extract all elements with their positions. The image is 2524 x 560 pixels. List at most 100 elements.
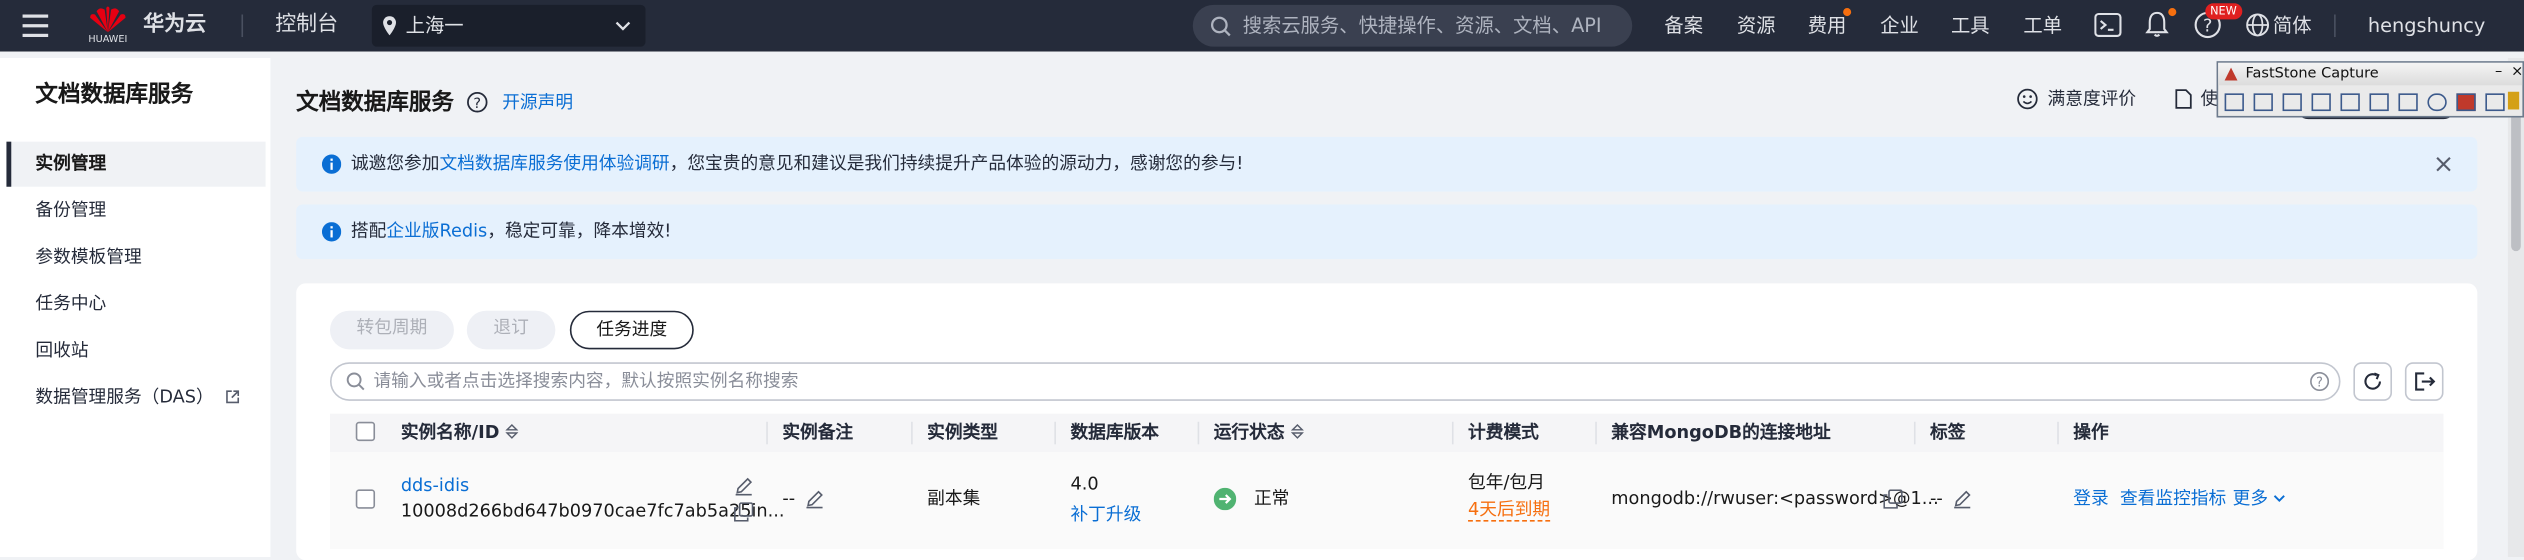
close-icon[interactable] bbox=[2435, 156, 2451, 172]
column-header-billing: 计费模式 bbox=[1468, 421, 1539, 443]
user-account[interactable]: hengshuncy bbox=[2368, 13, 2485, 39]
sidebar-item-das[interactable]: 数据管理服务（DAS） bbox=[35, 386, 240, 409]
billing-mode: 包年/包月 bbox=[1468, 471, 1545, 493]
column-header-actions: 操作 bbox=[2073, 421, 2109, 443]
convert-to-yearly-button[interactable]: 转包周期 bbox=[329, 310, 454, 350]
monitor-metrics-link[interactable]: 查看监控指标 bbox=[2120, 488, 2226, 511]
header-label: 实例名称/ID bbox=[400, 421, 500, 443]
nav-tools[interactable]: 工具 bbox=[1951, 13, 1990, 39]
task-progress-button[interactable]: 任务进度 bbox=[569, 310, 694, 350]
scrollbar-thumb[interactable] bbox=[2511, 106, 2521, 252]
menu-icon[interactable] bbox=[22, 14, 49, 38]
column-header-tags: 标签 bbox=[1930, 421, 1966, 443]
scrollbar[interactable] bbox=[2507, 57, 2524, 557]
faststone-capture-window[interactable]: FastStone Capture – × bbox=[2216, 61, 2524, 118]
help-icon[interactable]: ? bbox=[2310, 372, 2330, 392]
bell-icon[interactable] bbox=[2144, 10, 2170, 39]
copy-icon[interactable] bbox=[734, 502, 754, 522]
open-source-link[interactable]: 开源声明 bbox=[502, 92, 573, 115]
search-placeholder: 搜索云服务、快捷操作、资源、文档、API bbox=[1242, 14, 1602, 38]
capture-rectangle-icon[interactable] bbox=[2282, 93, 2302, 112]
faststone-toolbar bbox=[2224, 91, 2520, 113]
billing-dot bbox=[1843, 8, 1852, 17]
nav-enterprise[interactable]: 企业 bbox=[1880, 13, 1919, 39]
sidebar-item-label: 数据管理服务（DAS） bbox=[35, 386, 214, 408]
sidebar-item-param-templates[interactable]: 参数模板管理 bbox=[35, 246, 141, 269]
unsubscribe-button[interactable]: 退订 bbox=[466, 310, 556, 350]
more-actions-dropdown[interactable]: 更多 bbox=[2233, 488, 2286, 511]
document-icon bbox=[2175, 89, 2192, 109]
divider bbox=[2334, 14, 2336, 38]
bell-dot bbox=[2168, 8, 2177, 17]
instance-search[interactable]: 请输入或者点击选择搜索内容，默认按照实例名称搜索 ? bbox=[329, 362, 2341, 401]
nav-beian[interactable]: 备案 bbox=[1664, 13, 1703, 39]
edit-icon[interactable] bbox=[805, 489, 824, 509]
more-tools-icon[interactable] bbox=[2507, 91, 2520, 110]
settings-icon[interactable] bbox=[2485, 93, 2505, 112]
satisfaction-button[interactable]: 满意度评价 bbox=[2048, 89, 2137, 112]
column-divider bbox=[1595, 421, 1597, 445]
select-all-checkbox[interactable] bbox=[355, 421, 376, 442]
search-icon bbox=[1210, 16, 1231, 37]
column-divider bbox=[911, 421, 913, 445]
huawei-logo[interactable]: HUAWEI bbox=[87, 5, 129, 45]
output-icon[interactable] bbox=[2456, 93, 2476, 112]
nav-ticket[interactable]: 工单 bbox=[2023, 13, 2062, 39]
language-switch[interactable]: 简体 bbox=[2273, 13, 2312, 39]
nav-billing[interactable]: 费用 bbox=[1808, 13, 1847, 39]
capture-scrolling-icon[interactable] bbox=[2369, 93, 2389, 112]
sort-icon[interactable] bbox=[505, 423, 519, 439]
column-divider bbox=[2057, 421, 2059, 445]
huawei-wordmark: HUAWEI bbox=[88, 33, 128, 46]
region-label: 上海一 bbox=[405, 14, 464, 38]
sidebar-item-tasks[interactable]: 任务中心 bbox=[35, 293, 106, 316]
page-title: 文档数据库服务 bbox=[296, 90, 454, 116]
refresh-button[interactable] bbox=[2353, 362, 2393, 401]
capture-freehand-icon[interactable] bbox=[2311, 93, 2331, 112]
global-search[interactable]: 搜索云服务、快捷操作、资源、文档、API bbox=[1192, 4, 1633, 47]
column-header-address: 兼容MongoDB的连接地址 bbox=[1611, 421, 1831, 443]
survey-link[interactable]: 文档数据库服务使用体验调研 bbox=[439, 153, 669, 174]
edit-icon[interactable] bbox=[734, 477, 753, 496]
close-icon[interactable]: × bbox=[2511, 63, 2523, 84]
column-divider bbox=[1913, 421, 1916, 445]
console-link[interactable]: 控制台 bbox=[275, 13, 338, 39]
notice-text: 诚邀您参加文档数据库服务使用体验调研，您宝贵的意见和建议是我们持续提升产品体验的… bbox=[351, 153, 1243, 176]
patch-upgrade-link[interactable]: 补丁升级 bbox=[1070, 504, 1141, 527]
row-checkbox[interactable] bbox=[355, 489, 376, 509]
sort-icon[interactable] bbox=[1290, 423, 1304, 439]
nav-resources[interactable]: 资源 bbox=[1737, 13, 1776, 39]
top-bar: HUAWEI 华为云 控制台 上海一 搜索云服务、快捷操作、资源、文档、API … bbox=[0, 0, 2524, 52]
instance-table bbox=[329, 413, 2444, 549]
login-link[interactable]: 登录 bbox=[2073, 488, 2108, 511]
running-status: 正常 bbox=[1253, 487, 1290, 509]
brand-name[interactable]: 华为云 bbox=[143, 13, 206, 39]
instance-name-link[interactable]: dds-idis bbox=[401, 475, 469, 498]
capture-window-object-icon[interactable] bbox=[2253, 93, 2273, 112]
sidebar-item-instances[interactable]: 实例管理 bbox=[6, 141, 266, 187]
active-indicator bbox=[6, 141, 12, 187]
capture-fixed-region-icon[interactable] bbox=[2398, 93, 2418, 112]
help-icon[interactable]: ? bbox=[467, 92, 488, 113]
capture-fullscreen-icon[interactable] bbox=[2340, 93, 2360, 112]
redis-link[interactable]: 企业版Redis bbox=[386, 221, 487, 242]
sidebar-item-backups[interactable]: 备份管理 bbox=[35, 200, 106, 223]
console-app: HUAWEI 华为云 控制台 上海一 搜索云服务、快捷操作、资源、文档、API … bbox=[0, 0, 2524, 560]
column-header-name[interactable]: 实例名称/ID bbox=[401, 422, 519, 445]
location-icon bbox=[383, 16, 396, 36]
faststone-logo-icon bbox=[2224, 67, 2238, 81]
expiry-warning[interactable]: 4天后到期 bbox=[1468, 499, 1551, 522]
copy-icon[interactable] bbox=[1883, 489, 1903, 509]
capture-active-window-icon[interactable] bbox=[2224, 93, 2244, 112]
screen-recorder-icon[interactable] bbox=[2427, 93, 2447, 112]
cloud-shell-icon[interactable] bbox=[2094, 12, 2122, 37]
sidebar-item-recycle-bin[interactable]: 回收站 bbox=[35, 340, 88, 363]
faststone-titlebar[interactable]: FastStone Capture – × bbox=[2218, 62, 2523, 86]
minimize-icon[interactable]: – bbox=[2495, 63, 2502, 84]
edit-icon[interactable] bbox=[1953, 489, 1972, 509]
export-button[interactable] bbox=[2404, 362, 2444, 401]
column-header-status[interactable]: 运行状态 bbox=[1214, 422, 1304, 445]
usage-guide-link[interactable]: 使 bbox=[2200, 89, 2218, 112]
region-selector[interactable]: 上海一 bbox=[371, 4, 646, 47]
notice-suffix: ，稳定可靠，降本增效! bbox=[487, 220, 672, 242]
